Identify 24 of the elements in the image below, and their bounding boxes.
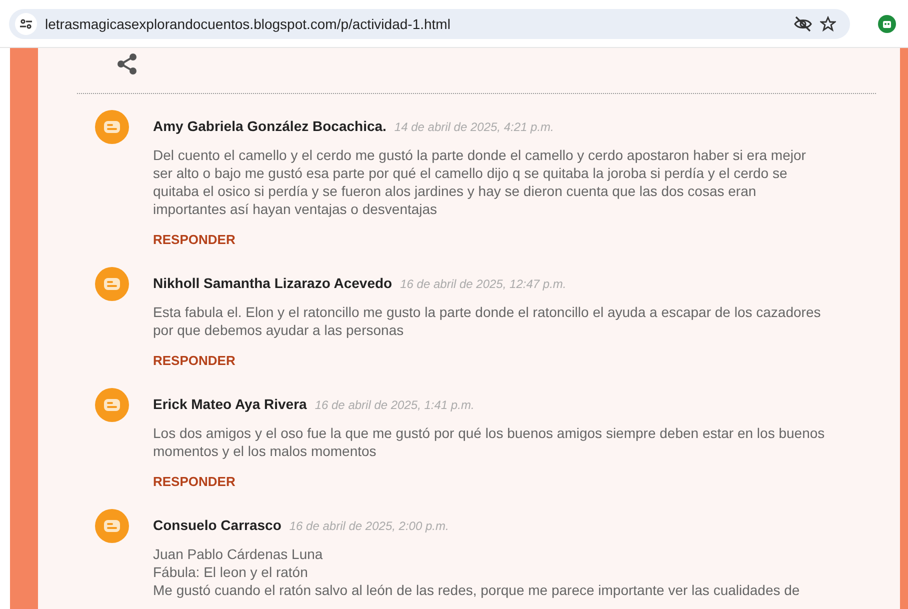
share-icon[interactable] <box>117 53 137 75</box>
address-bar[interactable]: letrasmagicasexplorandocuentos.blogspot.com/p/actividad-1.html <box>9 8 850 38</box>
eye-off-icon[interactable] <box>794 16 812 32</box>
star-icon[interactable] <box>820 16 836 32</box>
blogger-avatar-icon <box>95 388 129 422</box>
site-settings-icon[interactable] <box>15 12 37 34</box>
comment-text-line: Fábula: El leon y el ratón <box>153 563 309 581</box>
blogger-avatar-icon <box>95 110 129 144</box>
blogger-avatar-icon <box>95 267 129 301</box>
reply-link[interactable]: RESPONDER <box>153 474 236 489</box>
comment-text-line: Me gustó cuando el ratón salvo al león de las redes, porque me parece importante ver las cualidades de <box>153 581 801 599</box>
comment-text: Los dos amigos y el oso fue la que me gustó por qué los buenos amigos siempre deben estar en los buenos momentos y el los malos momentos <box>153 424 826 460</box>
comment-author[interactable]: Consuelo Carrasco <box>153 517 282 533</box>
reply-link[interactable]: RESPONDER <box>153 232 236 247</box>
blogger-avatar-icon <box>95 509 129 543</box>
comment-author[interactable]: Erick Mateo Aya Rivera <box>153 396 307 412</box>
extension-icon[interactable] <box>878 14 896 32</box>
comment-text: Esta fabula el. Elon y el ratoncillo me gusto la parte donde el ratoncillo el ayuda a escapar de los cazadores por que debemos ayudar a las personas <box>153 303 822 339</box>
comment-author[interactable]: Nikholl Samantha Lizarazo Acevedo <box>153 275 392 291</box>
comment-text: Del cuento el camello y el cerdo me gustó la parte donde el camello y cerdo apostaron haber si era mejor ser alto o bajo me gustó esa parte por qué el camello dijo q se quitaba la joroba si perdía y el cerdo se quitaba el osico si perdía y se fueron alos jardines y hay se dieron cuenta que las dos cosas eran importantes así hayan ventajas o desventajas <box>153 146 807 218</box>
comment-text-line: Juan Pablo Cárdenas Luna <box>153 545 324 563</box>
url-text[interactable]: letrasmagicasexplorandocuentos.blogspot.com/p/actividad-1.html <box>45 16 786 32</box>
reply-link[interactable]: RESPONDER <box>153 353 236 368</box>
comment-author[interactable]: Amy Gabriela González Bocachica. <box>153 118 386 134</box>
